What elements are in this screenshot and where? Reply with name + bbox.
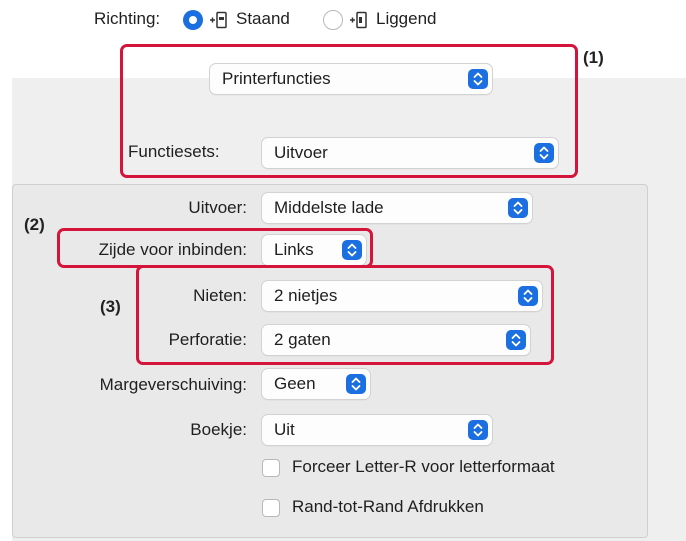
landscape-radio[interactable]: [323, 10, 343, 30]
highlight-box-3: [136, 265, 554, 365]
popup-stepper-icon: [468, 420, 488, 440]
highlight-box-2: [57, 228, 373, 268]
force-letter-r-label: Forceer Letter-R voor letterformaat: [292, 457, 555, 476]
margin-shift-label: Margeverschuiving:: [99, 375, 247, 394]
portrait-radio[interactable]: [183, 10, 203, 30]
edge-to-edge-label: Rand-tot-Rand Afdrukken: [292, 497, 484, 516]
orientation-label: Richting:: [94, 9, 161, 28]
force-letter-r-checkbox[interactable]: [262, 459, 280, 477]
landscape-orientation-icon: [348, 10, 368, 35]
booklet-popup[interactable]: Uit: [262, 415, 492, 445]
highlight-box-1: [120, 44, 578, 178]
margin-shift-popup[interactable]: Geen: [262, 369, 370, 399]
callout-1: (1): [583, 48, 604, 67]
booklet-label: Boekje:: [190, 420, 247, 439]
callout-2: (2): [24, 215, 45, 234]
margin-shift-value: Geen: [274, 374, 316, 393]
edge-to-edge-checkbox[interactable]: [262, 499, 280, 517]
callout-3: (3): [100, 297, 121, 316]
portrait-label: Staand: [236, 9, 290, 28]
output-label: Uitvoer:: [188, 198, 247, 217]
portrait-orientation-icon: [208, 10, 228, 35]
landscape-label: Liggend: [376, 9, 437, 28]
output-popup[interactable]: Middelste lade: [262, 193, 532, 223]
popup-stepper-icon: [508, 198, 528, 218]
output-value: Middelste lade: [274, 198, 384, 217]
booklet-value: Uit: [274, 420, 295, 439]
popup-stepper-icon: [346, 374, 366, 394]
